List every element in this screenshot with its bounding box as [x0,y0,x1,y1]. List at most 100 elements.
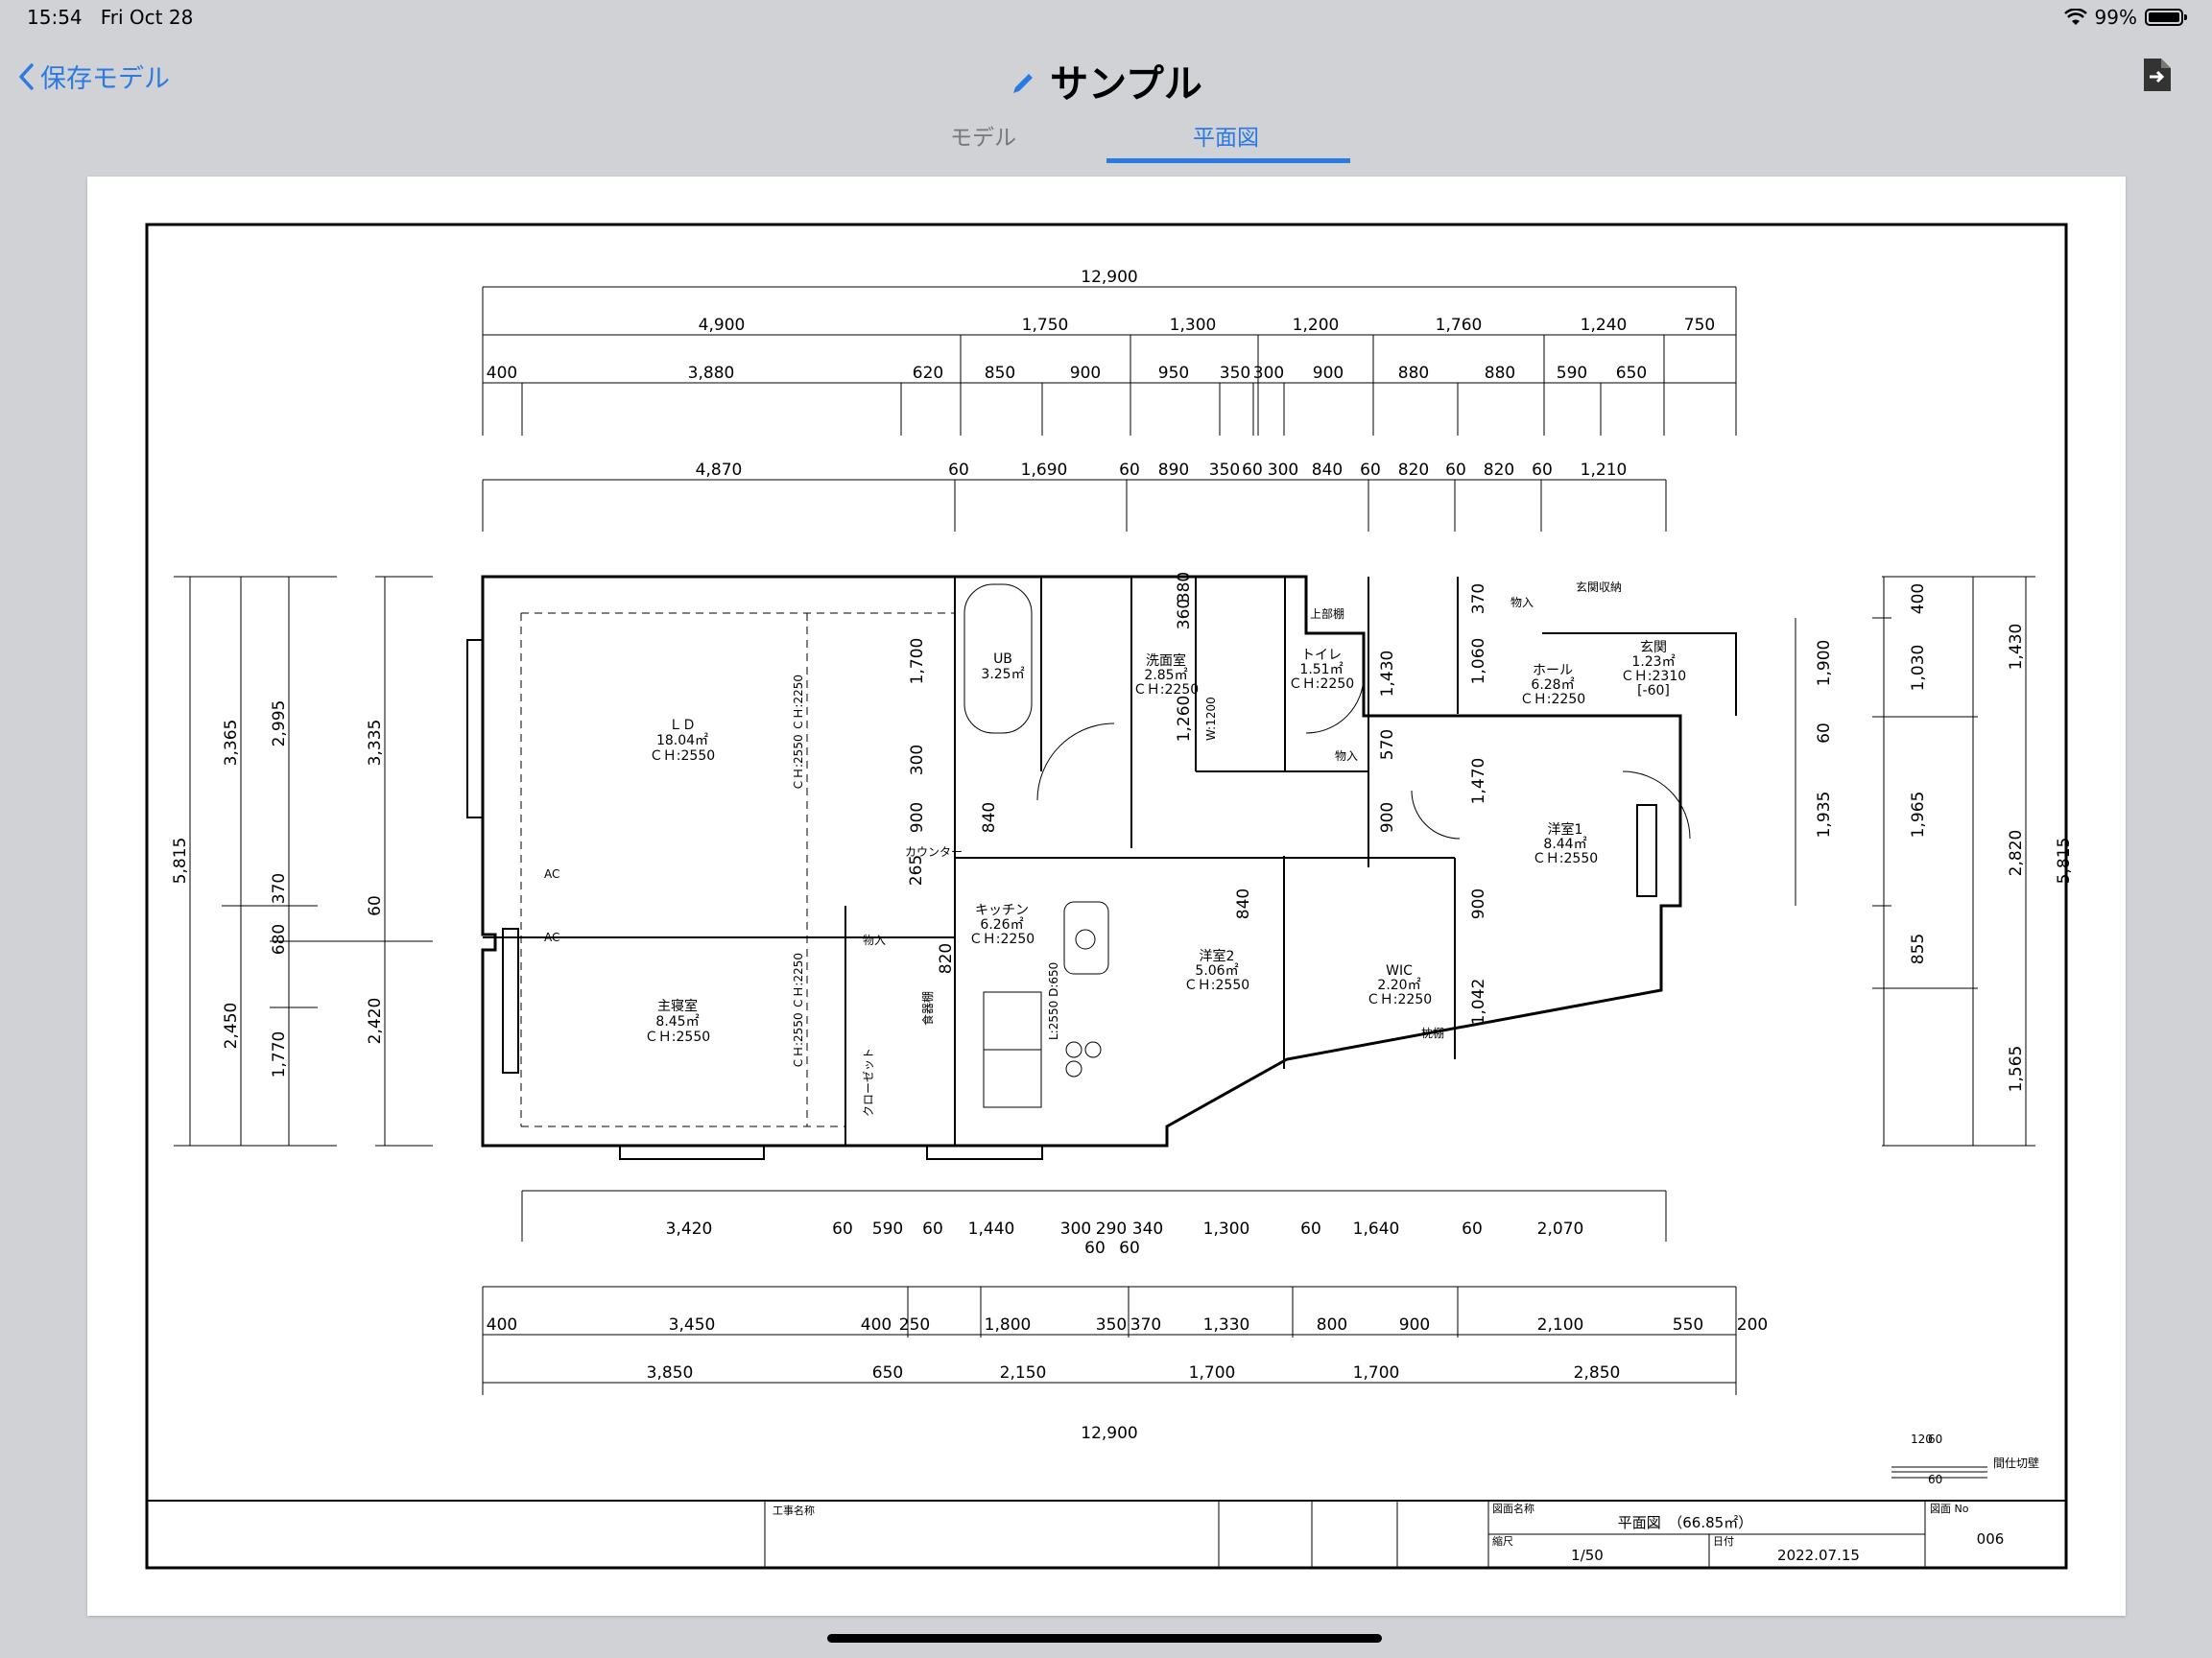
svg-text:350: 350 [1220,364,1250,383]
svg-text:1,240: 1,240 [1581,316,1628,335]
wifi-icon [2063,9,2087,25]
svg-text:60: 60 [948,461,969,480]
svg-text:工事名称: 工事名称 [773,1504,815,1517]
svg-text:18.04㎡: 18.04㎡ [656,733,708,748]
svg-text:1,800: 1,800 [985,1315,1032,1335]
svg-text:620: 620 [913,364,943,383]
svg-text:物入: 物入 [863,934,886,947]
svg-text:キッチン: キッチン [975,903,1029,918]
svg-text:60: 60 [1532,461,1553,480]
tab-model[interactable]: モデル [950,119,1016,152]
svg-text:880: 880 [1485,364,1515,383]
svg-text:UB: UB [993,651,1012,667]
svg-text:物入: 物入 [1510,596,1534,609]
svg-text:400: 400 [487,364,517,383]
svg-text:1,330: 1,330 [1203,1315,1250,1335]
svg-text:300: 300 [1268,461,1298,480]
svg-text:1,430: 1,430 [2007,624,2026,671]
svg-text:1,935: 1,935 [1815,792,1834,839]
svg-text:890: 890 [1158,461,1189,480]
status-date: Fri Oct 28 [100,6,194,29]
svg-text:5,815: 5,815 [2055,838,2074,885]
dim-total-top: 12,900 [1081,268,1137,287]
svg-text:850: 850 [985,364,1015,383]
svg-text:5,815: 5,815 [171,838,190,885]
svg-text:590: 590 [872,1220,903,1239]
svg-text:1.23㎡: 1.23㎡ [1631,654,1675,670]
floor-plan-drawing: 12,900 12,900 4,900 1,750 1,300 1,200 1,… [145,223,2074,1570]
svg-text:3.25㎡: 3.25㎡ [981,667,1024,682]
svg-text:ＣＨ:2250: ＣＨ:2250 [1133,682,1199,698]
drawing-sheet[interactable]: 12,900 12,900 4,900 1,750 1,300 1,200 1,… [87,177,2126,1616]
svg-text:250: 250 [899,1315,930,1335]
svg-text:350: 350 [1096,1315,1127,1335]
svg-text:1,700: 1,700 [1353,1363,1400,1383]
svg-text:2,420: 2,420 [366,998,385,1045]
svg-text:ＣＨ:2550: ＣＨ:2550 [1533,851,1598,866]
svg-text:2.85㎡: 2.85㎡ [1144,668,1187,683]
svg-text:400: 400 [861,1315,892,1335]
annotations: ＣＨ:2550 ＣＨ:2250 ＣＨ:2550 ＣＨ:2250 物入 物入 物入… [544,580,2039,1486]
svg-text:1,770: 1,770 [270,1031,289,1078]
svg-text:680: 680 [270,924,289,955]
export-document-icon[interactable] [2141,56,2174,98]
svg-text:1,030: 1,030 [1909,645,1928,692]
svg-text:上部棚: 上部棚 [1310,606,1344,621]
svg-text:60: 60 [1928,1473,1942,1486]
pencil-icon[interactable] [1010,68,1036,105]
svg-text:2,995: 2,995 [270,700,289,747]
svg-text:縮尺: 縮尺 [1492,1534,1513,1548]
svg-text:クローゼット: クローゼット [862,1048,875,1117]
status-bar: 15:54 Fri Oct 28 99% [0,0,2212,38]
svg-text:3,880: 3,880 [688,364,735,383]
svg-text:590: 590 [1557,364,1587,383]
tab-floor-plan[interactable]: 平面図 [1193,119,1259,152]
svg-text:300: 300 [908,745,927,775]
svg-text:570: 570 [1378,729,1397,760]
svg-text:3,850: 3,850 [647,1363,694,1383]
svg-text:8.45㎡: 8.45㎡ [655,1014,699,1030]
svg-text:図面名称: 図面名称 [1492,1502,1534,1515]
svg-text:トイレ: トイレ [1301,648,1342,663]
svg-text:650: 650 [872,1363,903,1383]
svg-text:8.44㎡: 8.44㎡ [1543,837,1586,852]
svg-text:ＣＨ:2250: ＣＨ:2250 [969,932,1035,947]
svg-text:290: 290 [1096,1220,1127,1239]
svg-text:840: 840 [1312,461,1343,480]
svg-text:主寝室: 主寝室 [657,998,698,1014]
svg-text:60: 60 [366,895,385,916]
svg-text:枕棚: 枕棚 [1421,1026,1444,1040]
svg-text:60: 60 [832,1220,853,1239]
svg-text:2,100: 2,100 [1537,1315,1584,1335]
svg-text:950: 950 [1158,364,1189,383]
svg-text:物入: 物入 [1335,749,1358,763]
svg-text:1,700: 1,700 [1189,1363,1236,1383]
svg-text:洗面室: 洗面室 [1146,652,1186,669]
svg-text:4,870: 4,870 [696,461,743,480]
home-indicator[interactable] [827,1634,1382,1643]
svg-text:ＣＨ:2250: ＣＨ:2250 [1520,692,1585,707]
svg-text:2,820: 2,820 [2007,830,2026,877]
svg-text:300: 300 [1060,1220,1091,1239]
svg-text:60: 60 [1242,461,1263,480]
battery-percent: 99% [2094,6,2137,29]
svg-text:1.51㎡: 1.51㎡ [1299,662,1343,677]
svg-text:900: 900 [1070,364,1101,383]
svg-text:340: 340 [1132,1220,1163,1239]
svg-text:650: 650 [1616,364,1647,383]
svg-text:ＣＨ:2550 ＣＨ:2250: ＣＨ:2550 ＣＨ:2250 [792,953,805,1069]
svg-text:ＣＨ:2550: ＣＨ:2550 [645,1030,710,1045]
svg-text:2,850: 2,850 [1574,1363,1621,1383]
dim-total-bottom: 12,900 [1081,1424,1137,1443]
svg-text:265: 265 [907,855,926,886]
svg-text:2.20㎡: 2.20㎡ [1377,978,1420,993]
svg-text:AC: AC [544,867,559,881]
svg-text:900: 900 [1469,888,1488,919]
svg-text:300: 300 [1253,364,1284,383]
svg-text:60: 60 [922,1220,943,1239]
svg-text:200: 200 [1737,1315,1768,1335]
svg-text:855: 855 [1909,934,1928,964]
svg-text:WIC: WIC [1386,963,1413,979]
svg-text:60: 60 [1300,1220,1321,1239]
svg-text:L:2550 D:650: L:2550 D:650 [1047,962,1060,1040]
